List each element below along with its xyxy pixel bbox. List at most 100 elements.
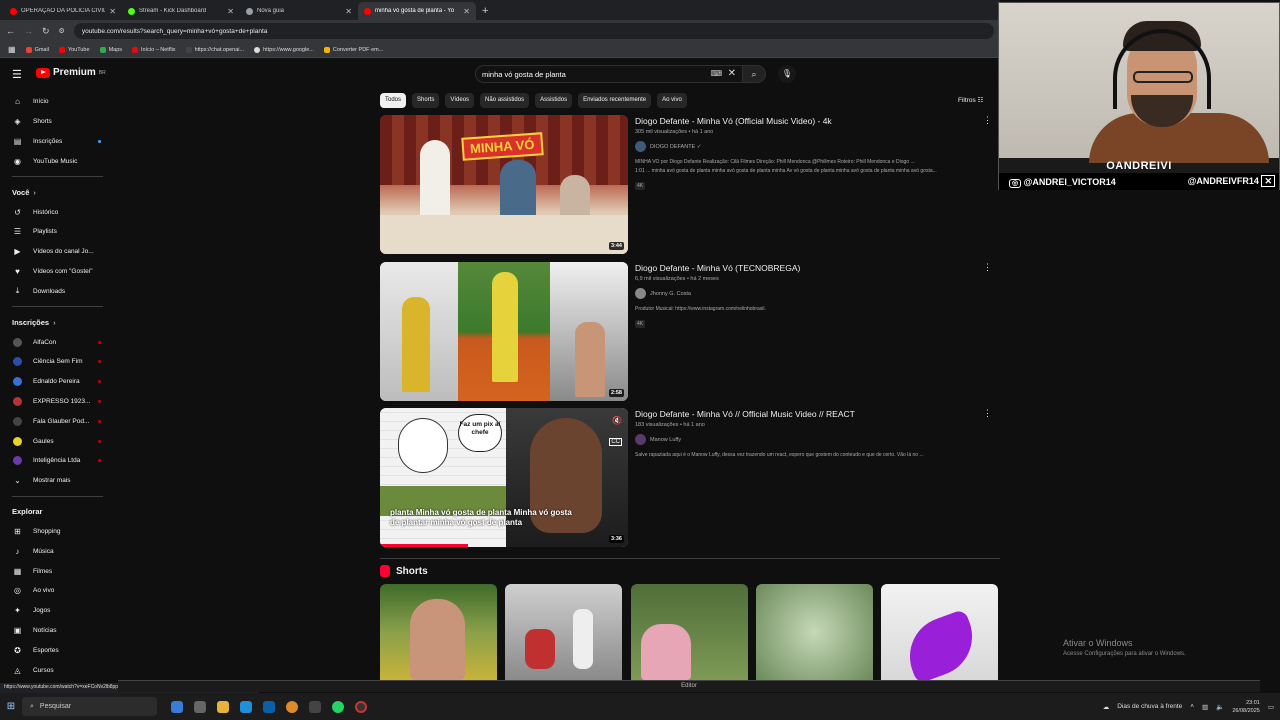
clock[interactable]: 23:01 26/08/2025	[1232, 699, 1260, 715]
sidebar-sub-channel[interactable]: Inteligência Ltda	[0, 451, 115, 471]
mute-icon[interactable]: 🔇	[612, 416, 622, 425]
sidebar-item-jogos[interactable]: ✦ Jogos	[0, 601, 115, 621]
browser-tab-active[interactable]: minha vó gosta de planta - Yo ✕	[358, 2, 476, 20]
sidebar-sub-channel[interactable]: Ciência Sem Fim	[0, 352, 115, 372]
voice-search-button[interactable]: 🎙	[778, 65, 796, 83]
bookmark-chatgpt[interactable]: https://chat.openai...	[185, 46, 244, 53]
video-title[interactable]: Diogo Defante - Minha Vó // Official Mus…	[635, 409, 995, 419]
file-explorer-icon[interactable]	[217, 700, 229, 713]
sidebar-sub-channel[interactable]: Gaules	[0, 431, 115, 451]
sidebar-item-esportes[interactable]: ✪ Esportes	[0, 640, 115, 660]
short-thumbnail[interactable]	[380, 584, 497, 680]
url-input[interactable]: youtube.com/results?search_query=minha+v…	[73, 23, 994, 39]
sidebar-item-musica[interactable]: ♪ Música	[0, 541, 115, 561]
menu-icon[interactable]: ☰	[12, 68, 22, 81]
sidebar-section-voce[interactable]: Você ›	[0, 182, 115, 202]
bookmark-google[interactable]: https://www.google...	[254, 46, 314, 53]
chip-assistidos[interactable]: Assistidos	[535, 93, 573, 108]
obs-icon[interactable]	[355, 700, 367, 713]
sidebar-section-inscricoes[interactable]: Inscrições ›	[0, 312, 115, 332]
short-thumbnail[interactable]	[631, 584, 748, 680]
reload-icon[interactable]: ↻	[42, 26, 50, 37]
copilot-icon[interactable]	[171, 700, 183, 713]
chip-shorts[interactable]: Shorts	[412, 93, 440, 108]
sidebar-item-liked[interactable]: ♥ Vídeos com "Gostei"	[0, 262, 115, 282]
more-options-icon[interactable]: ⋮	[983, 408, 992, 419]
filters-button[interactable]: Filtros ☷	[958, 96, 983, 104]
browser-tab[interactable]: Nova guia ✕	[240, 2, 358, 20]
weather-icon[interactable]: ☁	[1103, 703, 1110, 711]
chip-todos[interactable]: Todos	[380, 93, 407, 108]
captions-icon[interactable]: CC	[609, 438, 622, 446]
store-icon[interactable]	[263, 700, 275, 713]
more-options-icon[interactable]: ⋮	[983, 115, 992, 126]
short-thumbnail[interactable]	[505, 584, 622, 680]
chrome-icon[interactable]	[286, 700, 298, 713]
sidebar-item-inicio[interactable]: ⌂ Início	[0, 92, 115, 112]
sidebar-item-shorts[interactable]: ◈ Shorts	[0, 112, 115, 132]
sidebar-item-inscricoes[interactable]: ▤ Inscrições	[0, 132, 115, 152]
weather-text[interactable]: Dias de chuva à frente	[1117, 703, 1182, 710]
video-thumbnail[interactable]: Faz um pix aí chefe planta Minha vó gost…	[380, 408, 628, 547]
notifications-icon[interactable]: ▭	[1268, 703, 1274, 711]
bookmark-pdf[interactable]: Converter PDF em...	[323, 46, 383, 53]
back-icon[interactable]: ←	[6, 26, 15, 36]
sidebar-item-your-videos[interactable]: ▶ Vídeos do canal Jo...	[0, 242, 115, 262]
video-title[interactable]: Diogo Defante - Minha Vó (TECNOBREGA)	[635, 263, 995, 273]
video-result[interactable]: MINHA VÓ 3:44 Diogo Defante - Minha Vó (…	[380, 115, 1000, 255]
show-more-button[interactable]: ⌄ Mostrar mais	[0, 471, 115, 491]
close-tab-icon[interactable]: ✕	[227, 7, 234, 16]
bookmark-maps[interactable]: Maps	[99, 46, 122, 53]
close-tab-icon[interactable]: ✕	[109, 7, 116, 16]
network-icon[interactable]: ▥	[1202, 703, 1208, 711]
sidebar-sub-channel[interactable]: Fala Glauber Pod...	[0, 411, 115, 431]
video-result[interactable]: Faz um pix aí chefe planta Minha vó gost…	[380, 408, 1000, 548]
forward-icon[interactable]: →	[24, 26, 33, 36]
video-result[interactable]: 2:58 Diogo Defante - Minha Vó (TECNOBREG…	[380, 262, 1000, 402]
taskbar-search[interactable]: ⌕ Pesquisar	[22, 697, 157, 716]
browser-tab[interactable]: OPERAÇÃO DA POLÍCIA CIVIL t ✕	[4, 2, 122, 20]
video-thumbnail[interactable]: 2:58	[380, 262, 628, 401]
tray-chevron-icon[interactable]: ˄	[1190, 703, 1194, 710]
video-title[interactable]: Diogo Defante - Minha Vó (Official Music…	[635, 116, 995, 126]
new-tab-button[interactable]: +	[476, 2, 494, 20]
chip-enviados-recentemente[interactable]: Enviados recentemente	[578, 93, 652, 108]
sidebar-item-downloads[interactable]: ⤓ Downloads	[0, 281, 115, 301]
site-info-icon[interactable]: ⚙	[59, 27, 65, 35]
close-tab-icon[interactable]: ✕	[345, 7, 352, 16]
sidebar-item-shopping[interactable]: ⊞ Shopping	[0, 522, 115, 542]
bookmark-youtube[interactable]: YouTube	[58, 46, 90, 53]
search-button[interactable]: ⌕	[742, 65, 766, 83]
short-thumbnail[interactable]	[881, 584, 998, 680]
keyboard-icon[interactable]: ⌨	[710, 69, 722, 78]
search-input[interactable]: minha vó gosta de planta ⌨ ✕	[475, 65, 743, 83]
sidebar-item-noticias[interactable]: ▣ Notícias	[0, 621, 115, 641]
browser-tab[interactable]: Stream - Kick Dashboard ✕	[122, 2, 240, 20]
sidebar-sub-channel[interactable]: EXPRESSO 1923...	[0, 392, 115, 412]
channel-link[interactable]: Jhonny G. Costa	[635, 288, 995, 299]
sidebar-item-historico[interactable]: ↺ Histórico	[0, 202, 115, 222]
sidebar-item-cursos[interactable]: ◬ Cursos	[0, 660, 115, 680]
whatsapp-icon[interactable]	[332, 700, 344, 713]
chip-nao-assistidos[interactable]: Não assistidos	[480, 93, 530, 108]
channel-link[interactable]: Manow Luffy	[635, 434, 995, 445]
video-thumbnail[interactable]: MINHA VÓ 3:44	[380, 115, 628, 254]
chip-ao-vivo[interactable]: Ao vivo	[657, 93, 687, 108]
task-view-icon[interactable]	[194, 700, 206, 713]
clear-search-icon[interactable]: ✕	[728, 68, 736, 79]
close-tab-icon[interactable]: ✕	[463, 7, 470, 16]
sidebar-item-music[interactable]: ◉ YouTube Music	[0, 151, 115, 171]
sidebar-sub-channel[interactable]: Ednaldo Pereira	[0, 372, 115, 392]
sidebar-sub-channel[interactable]: AlfaCon	[0, 332, 115, 352]
youtube-logo[interactable]: Premium BR	[36, 67, 106, 78]
apps-icon[interactable]: ▦	[8, 45, 16, 54]
sidebar-item-playlists[interactable]: ☰ Playlists	[0, 222, 115, 242]
calculator-icon[interactable]	[309, 700, 321, 713]
volume-icon[interactable]: 🔈	[1216, 703, 1224, 711]
windows-start-icon[interactable]: ⊞	[0, 701, 22, 712]
chip-videos[interactable]: Vídeos	[445, 93, 475, 108]
bookmark-netflix[interactable]: Início – Netflix	[132, 46, 176, 53]
bookmark-gmail[interactable]: Gmail	[25, 46, 49, 53]
sidebar-item-filmes[interactable]: ▦ Filmes	[0, 561, 115, 581]
short-thumbnail[interactable]	[756, 584, 873, 680]
